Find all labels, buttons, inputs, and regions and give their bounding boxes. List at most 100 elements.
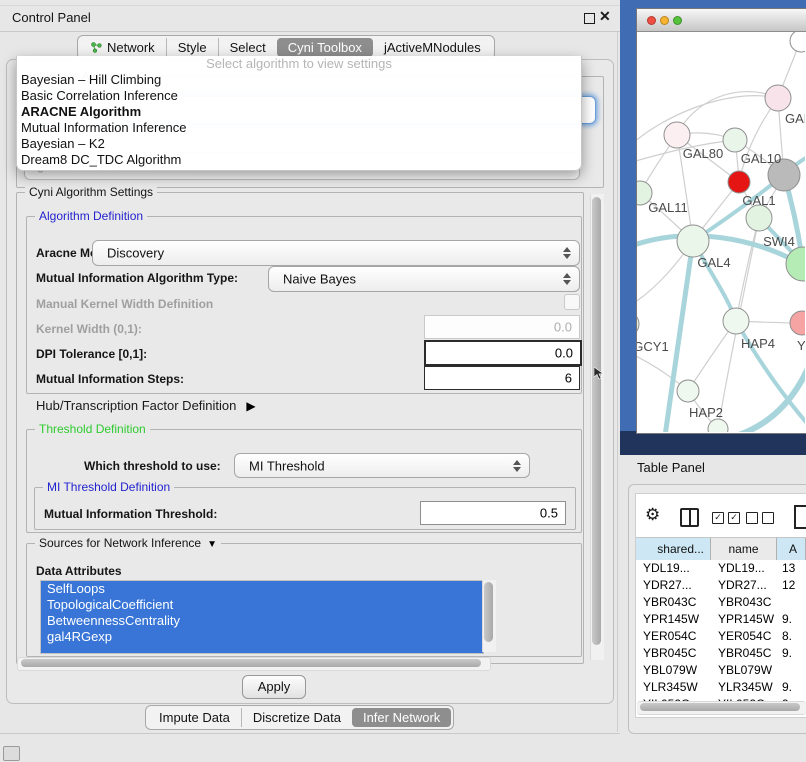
scrollbar-thumb[interactable] bbox=[640, 703, 800, 711]
panel-title: Control Panel bbox=[12, 10, 91, 25]
network-canvas[interactable]: GAL GAL80 GAL10 GAL1 GAL11 SWI4 GAL4 GCY… bbox=[637, 32, 805, 432]
list-item-partial[interactable] bbox=[41, 645, 483, 653]
select-all-checkboxes-icon[interactable]: ✓✓ bbox=[712, 512, 740, 524]
list-item[interactable]: TopologicalCoefficient bbox=[41, 597, 483, 613]
node-gal4[interactable] bbox=[677, 225, 709, 257]
node-hap2[interactable] bbox=[677, 380, 699, 402]
table-row[interactable]: YER054CYER054C8. bbox=[636, 628, 806, 645]
close-traffic-light-icon[interactable] bbox=[647, 16, 656, 25]
data-attributes-list: SelfLoops TopologicalCoefficient Between… bbox=[40, 580, 484, 654]
table-row[interactable]: YLR345WYLR345W9. bbox=[636, 679, 806, 696]
mi-steps-label: Mutual Information Steps: bbox=[36, 372, 184, 386]
table-panel-title: Table Panel bbox=[637, 460, 705, 475]
popup-item[interactable]: Basic Correlation Inference bbox=[17, 88, 581, 104]
deselect-all-checkboxes-icon[interactable] bbox=[746, 512, 774, 524]
tab-infer-network[interactable]: Infer Network bbox=[352, 708, 451, 727]
tab-discretize-data[interactable]: Discretize Data bbox=[241, 708, 352, 727]
svg-text:GAL: GAL bbox=[785, 111, 805, 126]
node[interactable] bbox=[765, 85, 791, 111]
tab-network-label: Network bbox=[107, 40, 155, 55]
list-item[interactable]: gal4RGexp bbox=[41, 629, 483, 645]
data-attributes-label: Data Attributes bbox=[36, 564, 122, 578]
tab-cyni-toolbox[interactable]: Cyni Toolbox bbox=[277, 38, 373, 57]
table-row[interactable]: YDR27...YDR27...12 bbox=[636, 577, 806, 594]
gear-icon[interactable]: ⚙ bbox=[645, 505, 660, 525]
column-layout-icon[interactable] bbox=[680, 508, 699, 527]
attributes-scrollbar[interactable] bbox=[482, 580, 496, 652]
svg-text:Y: Y bbox=[797, 338, 805, 353]
table-row[interactable]: YBR045CYBR045C9. bbox=[636, 645, 806, 662]
desktop-shade bbox=[620, 431, 806, 455]
scrollbar-thumb[interactable] bbox=[592, 197, 601, 645]
threshold-definition-title: Threshold Definition bbox=[35, 422, 150, 436]
control-panel-titlebar: Control Panel bbox=[0, 5, 620, 32]
apply-button[interactable]: Apply bbox=[242, 675, 306, 699]
node-red[interactable] bbox=[728, 171, 750, 193]
node-swi4[interactable] bbox=[786, 247, 805, 281]
mi-type-combobox[interactable]: Naive Bayes bbox=[268, 266, 580, 292]
node-gal10[interactable] bbox=[723, 128, 747, 152]
float-window-icon[interactable] bbox=[584, 13, 595, 24]
table-row[interactable]: YPR145WYPR145W9. bbox=[636, 611, 806, 628]
svg-text:GAL10: GAL10 bbox=[741, 151, 781, 166]
node-gal80[interactable] bbox=[664, 122, 690, 148]
zoom-traffic-light-icon[interactable] bbox=[673, 16, 682, 25]
svg-text:GAL80: GAL80 bbox=[683, 146, 723, 161]
dpi-tolerance-label: DPI Tolerance [0,1]: bbox=[36, 347, 147, 361]
sources-title[interactable]: Sources for Network Inference▼ bbox=[35, 536, 221, 550]
hub-definition-toggle[interactable]: Hub/Transcription Factor Definition▶ bbox=[36, 398, 256, 413]
column-header-a[interactable]: A bbox=[777, 538, 806, 560]
node-hap4[interactable] bbox=[723, 308, 749, 334]
scrollbar-thumb[interactable] bbox=[484, 582, 493, 642]
close-icon[interactable]: ✕ bbox=[599, 8, 611, 25]
aracne-mode-combobox[interactable]: Discovery bbox=[92, 240, 580, 266]
tab-network[interactable]: Network bbox=[80, 38, 166, 57]
table-row[interactable]: YBR043CYBR043C bbox=[636, 594, 806, 611]
svg-text:GAL11: GAL11 bbox=[648, 200, 688, 215]
network-window: GAL GAL80 GAL10 GAL1 GAL11 SWI4 GAL4 GCY… bbox=[636, 8, 806, 434]
svg-text:GCY1: GCY1 bbox=[637, 339, 669, 354]
node-y[interactable] bbox=[790, 311, 805, 335]
svg-text:GAL4: GAL4 bbox=[697, 255, 730, 270]
panel-divider bbox=[617, 32, 618, 732]
tab-select[interactable]: Select bbox=[218, 38, 277, 57]
table-row[interactable]: YDL19...YDL19...13 bbox=[636, 560, 806, 577]
table-body: YDL19...YDL19...13 YDR27...YDR27...12 YB… bbox=[636, 560, 806, 701]
node[interactable] bbox=[790, 32, 805, 52]
new-table-icon[interactable] bbox=[794, 505, 806, 529]
tab-jactivemnodules[interactable]: jActiveMNodules bbox=[373, 38, 492, 57]
bottom-tabbar: Impute Data Discretize Data Infer Networ… bbox=[145, 705, 454, 730]
popup-item[interactable]: Bayesian – K2 bbox=[17, 136, 581, 152]
tab-impute-data[interactable]: Impute Data bbox=[148, 708, 241, 727]
kernel-width-label: Kernel Width (0,1): bbox=[36, 322, 142, 336]
list-item[interactable]: SelfLoops bbox=[41, 581, 483, 597]
settings-hscrollbar[interactable] bbox=[17, 657, 491, 671]
column-header-name[interactable]: name bbox=[711, 538, 777, 560]
node-gcy1[interactable] bbox=[637, 312, 639, 336]
svg-text:GAL1: GAL1 bbox=[742, 193, 775, 208]
settings-vscrollbar[interactable] bbox=[590, 194, 604, 660]
column-header-shared-name[interactable]: shared... bbox=[636, 538, 711, 560]
mi-threshold-field[interactable]: 0.5 bbox=[420, 501, 566, 525]
popup-item[interactable]: Bayesian – Hill Climbing bbox=[17, 72, 581, 88]
kernel-width-field[interactable]: 0.0 bbox=[424, 315, 580, 339]
manual-kernel-checkbox[interactable] bbox=[564, 294, 580, 310]
dock-panel-icon[interactable] bbox=[3, 746, 20, 761]
tab-style[interactable]: Style bbox=[166, 38, 218, 57]
minimize-traffic-light-icon[interactable] bbox=[660, 16, 669, 25]
scrollbar-thumb[interactable] bbox=[21, 659, 481, 667]
popup-item-selected[interactable]: ARACNE Algorithm bbox=[17, 104, 581, 120]
stepper-icon bbox=[513, 460, 521, 472]
dpi-tolerance-field[interactable]: 0.0 bbox=[424, 340, 582, 366]
network-window-titlebar[interactable] bbox=[637, 9, 806, 32]
popup-item[interactable]: Dream8 DC_TDC Algorithm bbox=[17, 152, 581, 168]
list-item[interactable]: BetweennessCentrality bbox=[41, 613, 483, 629]
svg-text:HAP2: HAP2 bbox=[689, 405, 723, 420]
mi-steps-field[interactable]: 6 bbox=[424, 366, 580, 390]
popup-item[interactable]: Mutual Information Inference bbox=[17, 120, 581, 136]
expand-arrow-icon: ▶ bbox=[246, 399, 255, 413]
which-threshold-combobox[interactable]: MI Threshold bbox=[234, 453, 530, 478]
node-gal1[interactable] bbox=[746, 205, 772, 231]
table-row[interactable]: YBL079WYBL079W bbox=[636, 662, 806, 679]
table-hscrollbar[interactable] bbox=[637, 701, 806, 715]
